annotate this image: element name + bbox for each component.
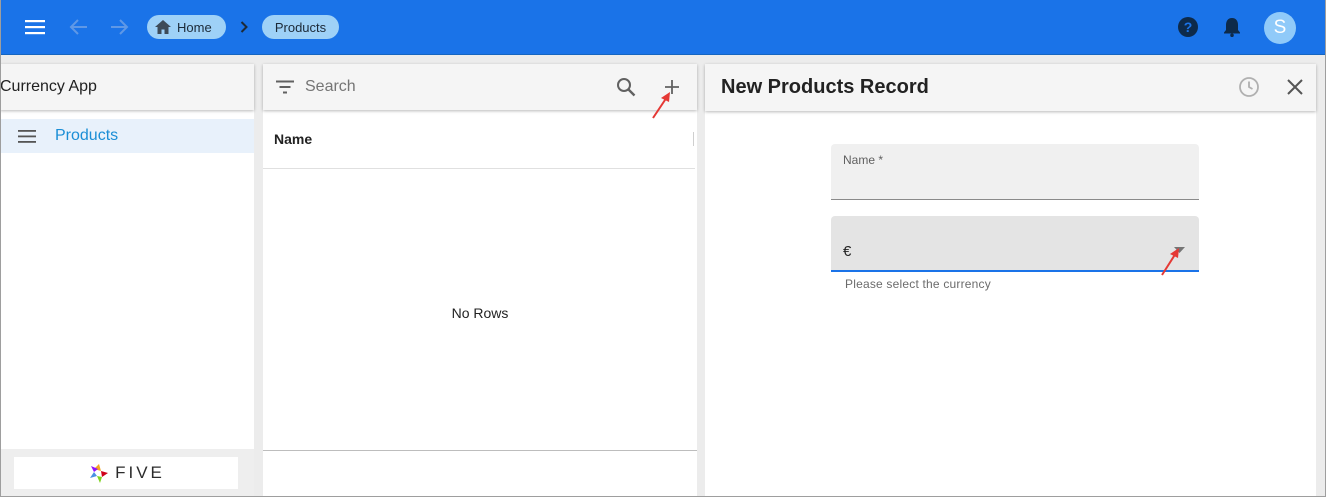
list-toolbar — [263, 64, 697, 110]
history-clock-icon[interactable] — [1238, 76, 1260, 103]
five-logo-mark-icon — [90, 464, 109, 483]
filter-icon[interactable] — [276, 80, 294, 99]
name-field-label: Name * — [843, 153, 884, 167]
currency-select[interactable]: € — [831, 216, 1199, 272]
svg-text:?: ? — [1184, 19, 1193, 35]
annotation-arrow-dropdown-icon — [1161, 248, 1179, 276]
help-icon[interactable]: ? — [1176, 15, 1200, 39]
back-arrow-icon[interactable] — [66, 15, 92, 39]
user-avatar[interactable]: S — [1264, 12, 1296, 44]
menu-lines-icon — [18, 130, 36, 148]
hamburger-menu-icon[interactable] — [22, 15, 48, 39]
breadcrumb-products[interactable]: Products — [262, 15, 339, 39]
breadcrumb-products-label: Products — [274, 19, 327, 35]
top-app-bar: Home Products ? S — [0, 0, 1326, 55]
empty-rows-message: No Rows — [451, 305, 509, 321]
column-resize-handle[interactable] — [693, 132, 694, 146]
list-panel: Name No Rows — [263, 64, 697, 497]
close-icon[interactable] — [1287, 79, 1303, 100]
name-input[interactable] — [843, 168, 1183, 192]
breadcrumb-home[interactable]: Home — [147, 15, 226, 39]
notifications-bell-icon[interactable] — [1220, 15, 1244, 39]
column-header-label: Name — [274, 131, 313, 147]
annotation-arrow-add-icon — [652, 92, 670, 119]
form-panel: New Products Record — [705, 64, 1316, 497]
currency-helper-text: Please select the currency — [845, 277, 991, 291]
form-header: New Products Record — [705, 64, 1316, 111]
app-title: Currency App — [0, 78, 97, 95]
five-logo: FIVE — [14, 457, 238, 489]
breadcrumb-home-label: Home — [177, 19, 212, 35]
name-column-header[interactable]: Name — [263, 112, 695, 169]
forward-arrow-icon[interactable] — [106, 15, 132, 39]
sidebar-header: Currency App — [0, 64, 254, 110]
form-title: New Products Record — [721, 76, 929, 98]
sidebar-item-products[interactable]: Products — [0, 119, 254, 153]
list-footer-divider — [263, 450, 697, 451]
five-logo-text: FIVE — [115, 463, 165, 482]
search-input[interactable] — [305, 75, 595, 99]
home-icon — [155, 20, 171, 34]
search-icon[interactable] — [616, 77, 636, 102]
currency-selected-value: € — [843, 243, 852, 260]
name-field[interactable]: Name * — [831, 144, 1199, 200]
sidebar-item-label: Products — [55, 127, 119, 144]
breadcrumb-chevron-icon — [236, 18, 252, 36]
